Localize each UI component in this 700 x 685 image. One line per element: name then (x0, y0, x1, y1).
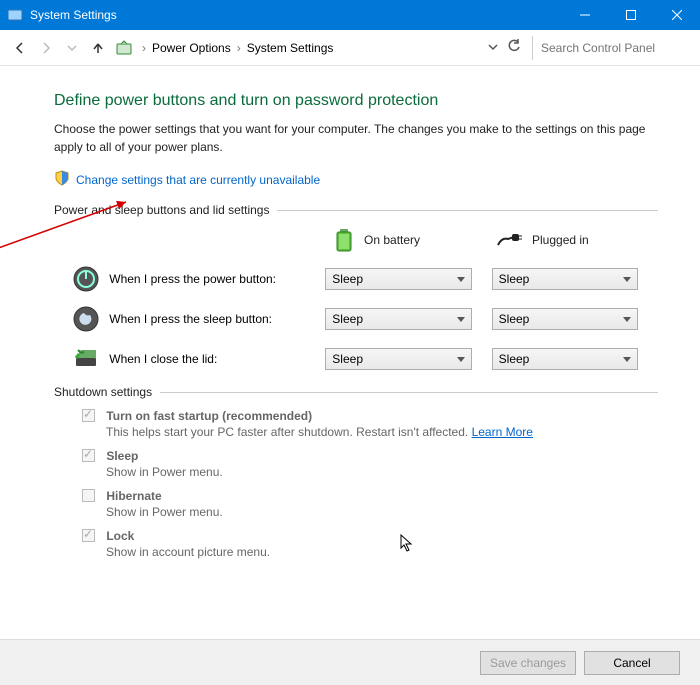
hibernate-option: Hibernate Show in Power menu. (82, 489, 658, 519)
option-sub: Show in Power menu. (106, 505, 658, 519)
app-icon (0, 7, 30, 23)
sleep-option: Sleep Show in Power menu. (82, 449, 658, 479)
lid-plugged-select[interactable]: Sleep (492, 348, 638, 370)
divider (277, 210, 658, 211)
window-title: System Settings (30, 8, 562, 22)
page-heading: Define power buttons and turn on passwor… (54, 92, 658, 110)
refresh-button[interactable] (502, 39, 526, 56)
footer: Save changes Cancel (0, 639, 700, 685)
lock-option: Lock Show in account picture menu. (82, 529, 658, 559)
location-icon (112, 36, 136, 60)
row-power-button: When I press the power button: Sleep Sle… (54, 265, 658, 293)
lid-icon (72, 345, 99, 373)
breadcrumb-system-settings[interactable]: System Settings (245, 39, 336, 57)
row-label: When I press the sleep button: (109, 312, 325, 326)
option-title: Lock (106, 529, 134, 543)
cancel-button[interactable]: Cancel (584, 651, 680, 675)
option-title: Turn on fast startup (recommended) (106, 409, 312, 423)
shield-icon (54, 170, 70, 189)
breadcrumb-power-options[interactable]: Power Options (150, 39, 233, 57)
content: Define power buttons and turn on passwor… (0, 66, 700, 638)
row-close-lid: When I close the lid: Sleep Sleep (54, 345, 658, 373)
option-title: Sleep (106, 449, 138, 463)
column-on-battery: On battery (334, 227, 496, 253)
divider (160, 392, 658, 393)
row-label: When I close the lid: (109, 352, 325, 366)
row-label: When I press the power button: (109, 272, 325, 286)
option-sub: This helps start your PC faster after sh… (106, 425, 468, 439)
power-button-battery-select[interactable]: Sleep (325, 268, 471, 290)
sleep-button-plugged-select[interactable]: Sleep (492, 308, 638, 330)
power-button-icon (72, 265, 99, 293)
learn-more-link[interactable]: Learn More (472, 425, 533, 439)
lid-battery-select[interactable]: Sleep (325, 348, 471, 370)
sleep-checkbox (82, 449, 95, 462)
section-title-shutdown: Shutdown settings (54, 385, 152, 399)
fast-startup-checkbox (82, 409, 95, 422)
hibernate-checkbox (82, 489, 95, 502)
battery-icon (334, 227, 354, 253)
forward-button[interactable] (34, 36, 58, 60)
plug-icon (496, 231, 522, 249)
navbar: › Power Options › System Settings (0, 30, 700, 66)
sleep-button-battery-select[interactable]: Sleep (325, 308, 471, 330)
breadcrumb-dropdown[interactable] (484, 41, 502, 55)
option-title: Hibernate (106, 489, 161, 503)
lock-checkbox (82, 529, 95, 542)
search-input[interactable] (532, 36, 692, 60)
page-description: Choose the power settings that you want … (54, 120, 658, 156)
section-title-power-sleep: Power and sleep buttons and lid settings (54, 203, 269, 217)
sleep-button-icon (72, 305, 99, 333)
option-sub: Show in account picture menu. (106, 545, 658, 559)
column-label: Plugged in (532, 233, 589, 247)
column-label: On battery (364, 233, 420, 247)
change-settings-link[interactable]: Change settings that are currently unava… (76, 173, 320, 187)
save-changes-button[interactable]: Save changes (480, 651, 576, 675)
chevron-icon: › (138, 41, 150, 55)
titlebar: System Settings (0, 0, 700, 30)
back-button[interactable] (8, 36, 32, 60)
minimize-button[interactable] (562, 0, 608, 30)
power-button-plugged-select[interactable]: Sleep (492, 268, 638, 290)
recent-dropdown[interactable] (60, 36, 84, 60)
up-button[interactable] (86, 36, 110, 60)
chevron-icon: › (233, 41, 245, 55)
row-sleep-button: When I press the sleep button: Sleep Sle… (54, 305, 658, 333)
fast-startup-option: Turn on fast startup (recommended) This … (82, 409, 658, 439)
option-sub: Show in Power menu. (106, 465, 658, 479)
column-plugged-in: Plugged in (496, 227, 658, 253)
close-button[interactable] (654, 0, 700, 30)
maximize-button[interactable] (608, 0, 654, 30)
